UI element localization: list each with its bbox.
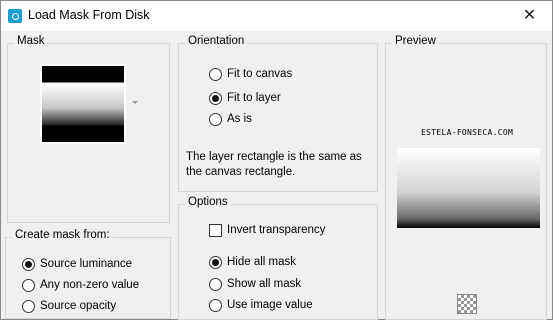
- radio-unchecked-icon: [209, 67, 222, 81]
- window-title: Load Mask From Disk: [28, 8, 150, 22]
- radio-label: Any non-zero value: [40, 279, 140, 291]
- radio-checked-icon: [22, 257, 35, 271]
- preview-legend: Preview: [392, 35, 439, 47]
- mask-legend: Mask: [14, 35, 48, 47]
- mask-dropdown-icon[interactable]: [132, 101, 138, 104]
- radio-as-is[interactable]: As is: [209, 111, 252, 127]
- radio-checked-icon: [209, 91, 222, 105]
- radio-label: Source opacity: [40, 300, 117, 312]
- checkbox-icon: [209, 223, 222, 237]
- radio-label: As is: [227, 113, 252, 125]
- orientation-description: The layer rectangle is the same as the c…: [186, 151, 362, 178]
- radio-show-all-mask[interactable]: Show all mask: [209, 276, 301, 292]
- radio-use-image-value[interactable]: Use image value: [209, 297, 313, 313]
- radio-fit-to-canvas[interactable]: Fit to canvas: [209, 66, 292, 82]
- checkbox-invert-transparency[interactable]: Invert transparency: [209, 222, 325, 238]
- preview-watermark: ESTELA-FONSECA.COM: [421, 128, 514, 137]
- radio-label: Source luminance: [40, 258, 133, 270]
- mask-thumbnail[interactable]: [40, 64, 126, 144]
- radio-hide-all-mask[interactable]: Hide all mask: [209, 254, 296, 270]
- radio-unchecked-icon: [22, 278, 35, 292]
- radio-unchecked-icon: [22, 299, 35, 313]
- options-legend: Options: [185, 196, 231, 208]
- radio-unchecked-icon: [209, 112, 222, 126]
- mask-gradient: [42, 66, 124, 142]
- radio-label: Fit to layer: [227, 92, 281, 104]
- radio-any-non-zero[interactable]: Any non-zero value: [22, 277, 139, 293]
- title-bar: Load Mask From Disk ✕: [1, 1, 552, 31]
- radio-unchecked-icon: [209, 277, 222, 291]
- create-mask-legend: Create mask from:: [12, 229, 113, 241]
- radio-source-luminance[interactable]: Source luminance: [22, 256, 132, 272]
- radio-checked-icon: [209, 255, 222, 269]
- checkbox-label: Invert transparency: [227, 224, 326, 236]
- radio-unchecked-icon: [209, 298, 222, 312]
- radio-source-opacity[interactable]: Source opacity: [22, 298, 116, 314]
- preview-image: [397, 148, 540, 228]
- radio-label: Use image value: [227, 299, 313, 311]
- radio-label: Hide all mask: [227, 256, 297, 268]
- orientation-legend: Orientation: [185, 35, 248, 47]
- radio-label: Show all mask: [227, 278, 302, 290]
- app-icon: [8, 9, 22, 23]
- radio-label: Fit to canvas: [227, 68, 293, 80]
- radio-fit-to-layer[interactable]: Fit to layer: [209, 90, 281, 106]
- close-icon[interactable]: ✕: [507, 1, 552, 31]
- load-mask-dialog: Load Mask From Disk ✕ Mask Create mask f…: [0, 0, 553, 320]
- transparency-toggle-icon[interactable]: [457, 294, 477, 314]
